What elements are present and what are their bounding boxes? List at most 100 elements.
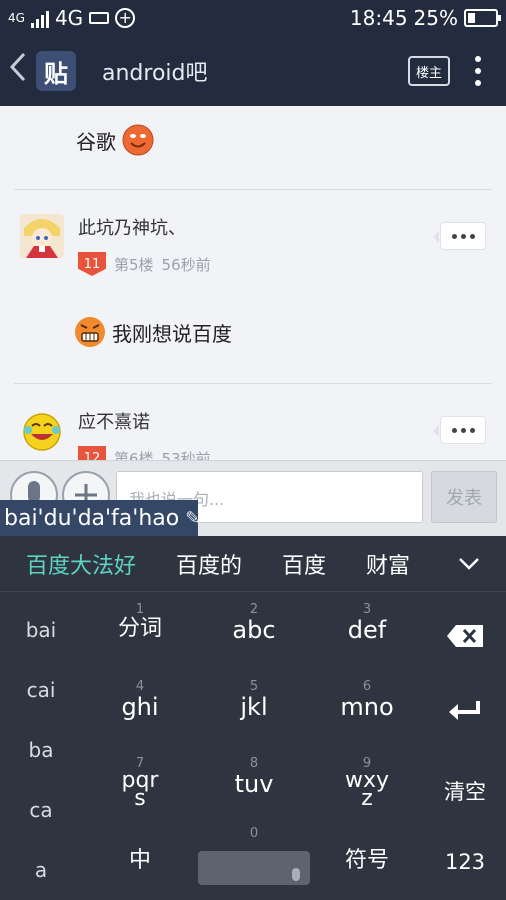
pencil-icon[interactable]: ✎ — [185, 508, 200, 529]
dot-icon — [475, 56, 481, 62]
reply-time: 56秒前 — [161, 255, 211, 274]
key-3-def[interactable]: 3 def — [310, 602, 424, 642]
backspace-icon — [447, 625, 483, 647]
forum-title[interactable]: android吧 — [102, 55, 208, 87]
expand-candidates-button[interactable] — [432, 557, 506, 571]
enter-key[interactable] — [424, 700, 506, 727]
microphone-icon — [292, 868, 300, 881]
more-menu-button[interactable] — [450, 56, 506, 86]
status-right: 18:45 25% — [349, 6, 501, 30]
key-label: abc — [232, 616, 276, 644]
key-label: 分词 — [117, 616, 162, 641]
key-5-jkl[interactable]: 5 jkl — [198, 679, 310, 719]
key-0-number: 0 — [198, 826, 310, 842]
key-7-pqrs[interactable]: 7 pqr s — [82, 756, 198, 811]
candidate-word[interactable]: 百度大法好 — [0, 548, 156, 580]
pinyin-suggestion[interactable]: bai — [0, 618, 82, 642]
key-label: z — [361, 785, 373, 811]
battery-icon — [464, 9, 501, 27]
avatar[interactable] — [20, 214, 64, 258]
username[interactable]: 应不熹诺 — [78, 408, 211, 434]
floor-number: 第5楼 — [114, 255, 154, 274]
dot-icon — [475, 80, 481, 86]
chinese-mode-key[interactable]: 中 — [82, 850, 198, 872]
reply-meta: 11 第5楼 56秒前 — [78, 252, 211, 276]
battery-fill — [468, 13, 475, 23]
reply-header: 此坑乃神坑、 11 第5楼 56秒前 — [20, 214, 211, 276]
sim-label: 4G — [8, 11, 25, 25]
key-4-ghi[interactable]: 4 ghi — [82, 679, 198, 719]
key-label: s — [134, 785, 146, 811]
avatar[interactable] — [20, 408, 64, 452]
user-info: 应不熹诺 12 第6楼 53秒前 — [78, 408, 211, 460]
key-label: ghi — [121, 693, 159, 721]
candidate-word[interactable]: 百度 — [262, 548, 346, 580]
dot-icon — [460, 233, 466, 239]
ime-keyboard: 百度大法好 百度的 百度 财富 bai cai ba ca a 1 分词 2 a… — [0, 536, 506, 900]
level-badge: 12 — [78, 446, 106, 460]
reply-header: 应不熹诺 12 第6楼 53秒前 — [20, 408, 211, 460]
back-button[interactable] — [0, 52, 36, 90]
backspace-key[interactable] — [424, 624, 506, 653]
clear-key[interactable]: 清空 — [424, 776, 506, 806]
key-label: mno — [340, 693, 394, 721]
divider — [14, 189, 492, 190]
avatar-image — [20, 214, 64, 258]
chevron-down-icon — [459, 557, 479, 570]
tieba-logo[interactable]: 贴 — [36, 51, 76, 91]
reply-text: 谷歌 — [76, 129, 116, 154]
space-key[interactable] — [198, 851, 310, 885]
pinyin-suggestion-column: bai cai ba ca a — [0, 592, 82, 900]
reply-time: 53秒前 — [161, 449, 211, 461]
key-2-abc[interactable]: 2 abc — [198, 602, 310, 642]
pinyin-composition: bai'du'da'fa'hao ✎ — [0, 500, 200, 536]
send-button[interactable]: 发表 — [431, 471, 497, 523]
owner-only-button[interactable]: 楼主 — [408, 56, 450, 86]
signal-icon — [30, 8, 49, 28]
battery-percent: 25% — [413, 6, 458, 30]
user-info: 此坑乃神坑、 11 第5楼 56秒前 — [78, 214, 211, 276]
dot-icon — [469, 427, 475, 433]
dot-icon — [460, 427, 466, 433]
reply-content: 我刚想说百度 — [74, 316, 232, 348]
username[interactable]: 此坑乃神坑、 — [78, 214, 211, 240]
key-1-segment[interactable]: 1 分词 — [82, 602, 198, 640]
avatar-image — [20, 408, 64, 452]
key-label: 符号 — [344, 848, 389, 873]
dot-icon — [451, 233, 457, 239]
key-9-wxyz[interactable]: 9 wxy z — [310, 756, 424, 811]
sim-icon: 4G — [8, 12, 25, 24]
floor-number: 第6楼 — [114, 449, 154, 461]
chevron-left-icon — [9, 52, 26, 82]
level-badge: 11 — [78, 252, 106, 276]
enter-icon — [449, 701, 480, 720]
keyboard-icon — [89, 12, 110, 24]
post-feed[interactable]: 谷歌 此坑乃神坑、 11 第5楼 56秒前 我刚想说百度 应不熹诺 12 第6楼… — [0, 106, 506, 460]
dot-icon — [469, 233, 475, 239]
pinyin-suggestion[interactable]: a — [0, 858, 82, 882]
key-label: 中 — [128, 848, 151, 873]
candidate-word[interactable]: 百度的 — [156, 548, 262, 580]
symbol-key[interactable]: 符号 — [310, 850, 424, 872]
key-label: jkl — [240, 693, 268, 721]
key-label: tuv — [234, 770, 274, 798]
reply-options-button[interactable] — [433, 416, 486, 444]
status-left: 4G 4G + — [8, 6, 136, 30]
reply-text: 我刚想说百度 — [112, 321, 232, 346]
key-label: def — [347, 616, 387, 644]
pinyin-suggestion[interactable]: ba — [0, 738, 82, 762]
pinyin-suggestion[interactable]: ca — [0, 798, 82, 822]
reply-options-button[interactable] — [433, 222, 486, 250]
logo-text: 贴 — [44, 59, 68, 88]
plus-circle-icon: + — [115, 8, 136, 28]
status-bar: 4G 4G + 18:45 25% — [0, 0, 506, 36]
numeric-key[interactable]: 123 — [424, 850, 506, 874]
key-8-tuv[interactable]: 8 tuv — [198, 756, 310, 796]
grin-emoticon-icon — [75, 317, 105, 347]
pinyin-suggestion[interactable]: cai — [0, 678, 82, 702]
reply-content: 谷歌 — [76, 124, 154, 156]
key-6-mno[interactable]: 6 mno — [310, 679, 424, 719]
clock: 18:45 — [349, 6, 408, 30]
app-bar: 贴 android吧 楼主 — [0, 36, 506, 106]
candidate-word[interactable]: 财富 — [346, 548, 430, 580]
